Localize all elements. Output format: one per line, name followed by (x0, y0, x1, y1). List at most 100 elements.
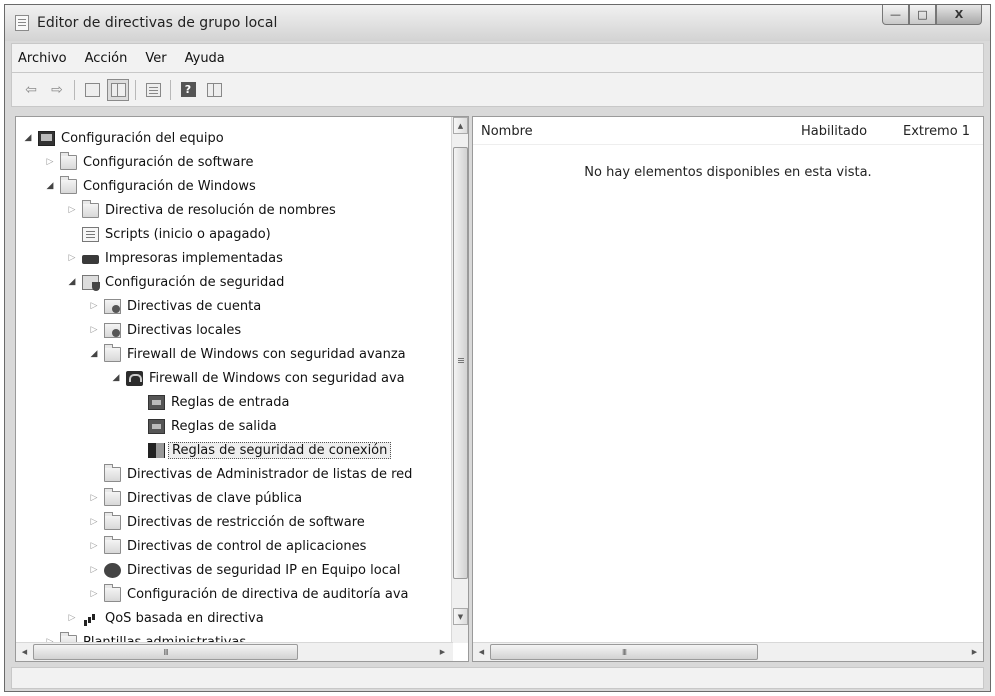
tree-vertical-scrollbar[interactable]: ▲ ▼ (451, 117, 468, 643)
help-button[interactable]: ? (177, 79, 199, 101)
tree-node[interactable]: ▷ Directivas de cuenta (88, 295, 261, 317)
tree-node-label: Directivas de cuenta (127, 298, 262, 314)
tree-horizontal-scrollbar[interactable]: ◀ III ▶ (16, 642, 453, 661)
back-button[interactable]: ⇦ (20, 79, 42, 101)
tree-node[interactable]: ◢ Firewall de Windows con seguridad avanz… (88, 343, 406, 365)
tree-node[interactable]: ▷ Directivas de control de aplicaciones (88, 535, 366, 557)
title-bar[interactable]: Editor de directivas de grupo local — □ … (5, 5, 990, 41)
tree-node[interactable]: ▷ Configuración de software (44, 151, 254, 173)
tree-node-label: Reglas de entrada (171, 394, 290, 410)
scroll-up-button[interactable]: ▲ (453, 117, 468, 134)
list-header: Nombre Habilitado Extremo 1 (473, 117, 983, 145)
tree-node-label: Reglas de salida (171, 418, 277, 434)
action-pane-button[interactable] (203, 79, 225, 101)
tree-horizontal-thumb[interactable]: III (33, 644, 298, 660)
tree-node[interactable]: ▷ Configuración de directiva de auditoría… (88, 583, 408, 605)
toolbar-separator (74, 79, 75, 100)
minimize-button[interactable]: — (882, 5, 909, 25)
tree-node-label: Reglas de seguridad de conexión (168, 441, 392, 459)
menu-archivo[interactable]: Archivo (18, 51, 67, 66)
maximize-button[interactable]: □ (909, 5, 936, 25)
collapse-arrow-icon[interactable]: ▷ (44, 157, 56, 167)
tree-vertical-thumb[interactable] (453, 147, 468, 579)
tree-node[interactable]: ▷ QoS basada en directiva (66, 607, 264, 629)
tree-node-label: Directivas de control de aplicaciones (127, 538, 367, 554)
firewall-icon (126, 370, 143, 386)
tree-node[interactable]: ▷Reglas de salida (132, 415, 277, 437)
tree-node[interactable]: ▷Directivas de Administrador de listas d… (88, 463, 412, 485)
collapse-arrow-icon[interactable]: ▷ (88, 493, 100, 503)
window-controls: — □ X (882, 5, 982, 26)
tree-node-label: Configuración de directiva de auditoría … (127, 586, 409, 602)
expand-arrow-icon[interactable]: ◢ (88, 349, 100, 359)
tree-node[interactable]: ▷ Directivas de seguridad IP en Equipo lo… (88, 559, 400, 581)
forward-button[interactable]: ⇨ (46, 79, 68, 101)
tree-node[interactable]: ▷Reglas de seguridad de conexión (132, 439, 392, 461)
collapse-arrow-icon[interactable]: ▷ (88, 589, 100, 599)
menu-ayuda[interactable]: Ayuda (185, 51, 225, 66)
tree-node[interactable]: ▷ Directivas locales (88, 319, 241, 341)
console-tree-icon (110, 82, 126, 97)
column-extremo-1[interactable]: Extremo 1 (903, 124, 970, 139)
arrow-left-icon: ⇦ (25, 81, 37, 98)
folder-icon (82, 199, 99, 218)
expand-arrow-icon[interactable]: ◢ (110, 373, 122, 383)
menu-accion[interactable]: Acción (85, 51, 128, 66)
status-bar (11, 667, 984, 689)
toolbar: ⇦ ⇨ ? (11, 73, 984, 107)
tree-node[interactable]: ◢ Configuración de seguridad (66, 271, 284, 293)
collapse-arrow-icon[interactable]: ▷ (66, 253, 78, 263)
qos-icon (82, 611, 99, 626)
tree-node[interactable]: ▷Scripts (inicio o apagado) (66, 223, 271, 245)
menu-ver[interactable]: Ver (145, 51, 166, 66)
tree-node[interactable]: ▷ Directiva de resolución de nombres (66, 199, 336, 221)
up-level-button[interactable] (81, 79, 103, 101)
folder-up-icon (84, 82, 100, 97)
action-pane-icon (206, 82, 222, 97)
collapse-arrow-icon[interactable]: ▷ (88, 325, 100, 335)
tree-node-label: Firewall de Windows con seguridad ava (149, 370, 405, 386)
results-pane: Nombre Habilitado Extremo 1 No hay eleme… (472, 116, 984, 662)
script-icon (82, 226, 99, 242)
collapse-arrow-icon[interactable]: ▷ (66, 613, 78, 623)
collapse-arrow-icon[interactable]: ▷ (88, 301, 100, 311)
folder-icon (104, 511, 121, 530)
collapse-arrow-icon[interactable]: ▷ (66, 205, 78, 215)
tree-node[interactable]: ▷Reglas de entrada (132, 391, 289, 413)
scroll-down-button[interactable]: ▼ (453, 608, 468, 625)
tree-node-label: Configuración de seguridad (105, 274, 285, 290)
tree-node-label: Directivas de seguridad IP en Equipo loc… (127, 562, 401, 578)
computer-icon (38, 130, 55, 146)
policy-editor-icon (15, 15, 29, 31)
window-title: Editor de directivas de grupo local (37, 15, 278, 31)
expand-arrow-icon[interactable]: ◢ (22, 133, 34, 143)
scroll-left-button[interactable]: ◀ (16, 644, 33, 660)
scroll-right-button[interactable]: ▶ (434, 644, 451, 660)
tree-node[interactable]: ◢ Configuración del equipo (22, 127, 224, 149)
tree-node-label: Directiva de resolución de nombres (105, 202, 336, 218)
list-horizontal-scrollbar[interactable]: ◀ III ▶ (473, 642, 983, 661)
expand-arrow-icon[interactable]: ◢ (44, 181, 56, 191)
console-tree: ◢ Configuración del equipo ▷ Configuración … (16, 117, 453, 643)
show-tree-button[interactable] (107, 78, 129, 101)
collapse-arrow-icon[interactable]: ▷ (88, 541, 100, 551)
folder-icon (104, 583, 121, 602)
export-list-button[interactable] (142, 79, 164, 101)
list-horizontal-thumb[interactable]: III (490, 644, 758, 660)
collapse-arrow-icon[interactable]: ▷ (88, 565, 100, 575)
tree-node[interactable]: ◢ Firewall de Windows con seguridad ava (110, 367, 405, 389)
tree-node[interactable]: ▷ Directivas de restricción de software (88, 511, 365, 533)
empty-list-message: No hay elementos disponibles en esta vis… (584, 165, 872, 180)
collapse-arrow-icon[interactable]: ▷ (88, 517, 100, 527)
tree-node-label: Directivas de Administrador de listas de… (127, 466, 413, 482)
tree-node[interactable]: ◢ Configuración de Windows (44, 175, 256, 197)
scroll-left-button[interactable]: ◀ (473, 644, 490, 660)
toolbar-separator (170, 79, 171, 100)
column-habilitado[interactable]: Habilitado (801, 124, 867, 139)
column-nombre[interactable]: Nombre (481, 124, 533, 139)
tree-node[interactable]: ▷ Impresoras implementadas (66, 247, 283, 269)
tree-node[interactable]: ▷ Directivas de clave pública (88, 487, 302, 509)
close-button[interactable]: X (936, 5, 982, 25)
expand-arrow-icon[interactable]: ◢ (66, 277, 78, 287)
scroll-right-button[interactable]: ▶ (966, 644, 983, 660)
